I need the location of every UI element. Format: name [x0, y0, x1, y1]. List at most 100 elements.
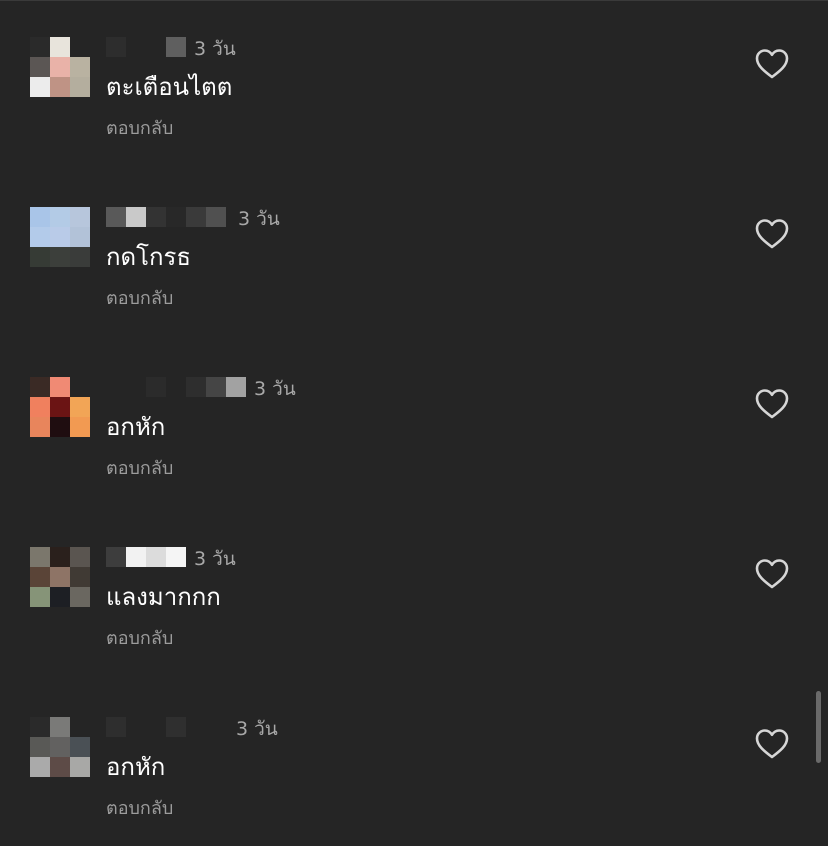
avatar-pixel — [70, 37, 90, 57]
username-blur-block — [146, 547, 166, 567]
username-blur-block — [106, 377, 146, 397]
avatar-pixel — [30, 567, 50, 587]
avatar-pixel — [30, 77, 50, 97]
avatar-pixel — [50, 247, 70, 267]
avatar-pixel — [70, 587, 90, 607]
comment-meta: 3 วัน — [106, 207, 280, 231]
avatar-pixel — [70, 247, 90, 267]
avatar-pixel — [30, 737, 50, 757]
avatar-pixel — [30, 227, 50, 247]
comment-item: 3 วัน อกหัก ตอบกลับ — [0, 717, 828, 846]
username-blur-block — [166, 377, 186, 397]
username-blur-block — [206, 377, 226, 397]
avatar-pixel — [50, 57, 70, 77]
avatar-pixel — [50, 227, 70, 247]
username-blurred[interactable] — [106, 547, 186, 571]
username-blur-block — [186, 207, 206, 227]
avatar-pixel — [30, 57, 50, 77]
avatar-pixel — [50, 207, 70, 227]
avatar-pixel — [30, 377, 50, 397]
username-blur-block — [106, 547, 126, 567]
comment-text: อกหัก — [106, 753, 166, 781]
username-blurred[interactable] — [106, 717, 228, 741]
avatar-pixel — [50, 587, 70, 607]
username-blur-block — [146, 207, 166, 227]
avatar-pixel — [50, 567, 70, 587]
username-blur-block — [146, 377, 166, 397]
avatar-pixel — [70, 737, 90, 757]
comment-text: อกหัก — [106, 413, 166, 441]
username-blur-block — [166, 207, 186, 227]
avatar-pixel — [50, 377, 70, 397]
comments-screen: 3 วัน ตะเตือนไตต ตอบกลับ 3 วัน กดโกรธ ตอ… — [0, 0, 828, 846]
avatar-pixel — [30, 717, 50, 737]
username-blur-block — [126, 547, 146, 567]
username-blurred[interactable] — [106, 37, 186, 61]
comment-time: 3 วัน — [238, 208, 280, 230]
avatar-pixel — [50, 397, 70, 417]
heart-outline-icon[interactable] — [754, 217, 790, 251]
avatar-pixel — [30, 397, 50, 417]
avatar-pixel — [30, 37, 50, 57]
heart-outline-icon[interactable] — [754, 387, 790, 421]
username-blur-block — [106, 37, 126, 57]
avatar[interactable] — [30, 377, 90, 437]
heart-outline-icon[interactable] — [754, 557, 790, 591]
avatar[interactable] — [30, 207, 90, 267]
avatar[interactable] — [30, 717, 90, 777]
username-blur-block — [126, 37, 166, 57]
heart-outline-icon[interactable] — [754, 47, 790, 81]
avatar-pixel — [70, 77, 90, 97]
avatar-pixel — [70, 717, 90, 737]
comment-text: ตะเตือนไตต — [106, 73, 233, 101]
avatar-pixel — [50, 737, 70, 757]
comment-meta: 3 วัน — [106, 547, 236, 571]
comment-item: 3 วัน แลงมากกก ตอบกลับ — [0, 547, 828, 717]
username-blur-block — [226, 377, 246, 397]
reply-button[interactable]: ตอบกลับ — [106, 793, 173, 822]
avatar-pixel — [70, 227, 90, 247]
username-blurred[interactable] — [106, 377, 246, 401]
avatar[interactable] — [30, 547, 90, 607]
username-blur-block — [166, 547, 186, 567]
avatar-pixel — [50, 547, 70, 567]
heart-outline-icon[interactable] — [754, 727, 790, 761]
avatar-pixel — [70, 547, 90, 567]
comment-meta: 3 วัน — [106, 717, 278, 741]
avatar-pixel — [70, 757, 90, 777]
username-blurred[interactable] — [106, 207, 230, 231]
avatar-pixel — [50, 417, 70, 437]
comment-text: กดโกรธ — [106, 243, 192, 271]
reply-button[interactable]: ตอบกลับ — [106, 623, 173, 652]
avatar-pixel — [70, 567, 90, 587]
avatar-pixel — [30, 207, 50, 227]
comment-meta: 3 วัน — [106, 377, 296, 401]
avatar-pixel — [30, 417, 50, 437]
username-blur-block — [126, 207, 146, 227]
avatar-pixel — [30, 247, 50, 267]
comment-time: 3 วัน — [194, 548, 236, 570]
avatar-pixel — [30, 757, 50, 777]
comment-time: 3 วัน — [236, 718, 278, 740]
comment-item: 3 วัน อกหัก ตอบกลับ — [0, 377, 828, 547]
username-blur-block — [106, 207, 126, 227]
scrollbar-thumb[interactable] — [816, 691, 821, 763]
username-blur-block — [226, 207, 230, 227]
comment-time: 3 วัน — [194, 38, 236, 60]
avatar-pixel — [70, 417, 90, 437]
reply-button[interactable]: ตอบกลับ — [106, 113, 173, 142]
username-blur-block — [126, 717, 166, 737]
username-blur-block — [206, 207, 226, 227]
avatar-pixel — [70, 207, 90, 227]
avatar[interactable] — [30, 37, 90, 97]
avatar-pixel — [70, 397, 90, 417]
avatar-pixel — [30, 587, 50, 607]
username-blur-block — [106, 717, 126, 737]
username-blur-block — [166, 717, 186, 737]
reply-button[interactable]: ตอบกลับ — [106, 283, 173, 312]
username-blur-block — [166, 37, 186, 57]
comment-time: 3 วัน — [254, 378, 296, 400]
username-blur-block — [186, 717, 226, 737]
reply-button[interactable]: ตอบกลับ — [106, 453, 173, 482]
comment-item: 3 วัน กดโกรธ ตอบกลับ — [0, 207, 828, 377]
